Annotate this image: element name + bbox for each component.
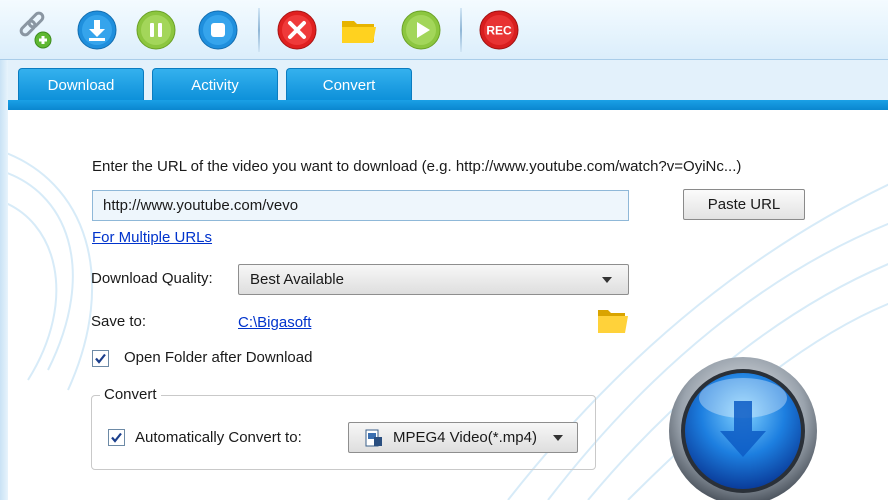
paste-url-button[interactable]: Paste URL	[683, 189, 805, 220]
frame-border	[0, 60, 8, 500]
format-value: MPEG4 Video(*.mp4)	[393, 429, 537, 446]
save-to-label: Save to:	[91, 313, 147, 330]
pause-icon	[136, 10, 176, 50]
stop-button[interactable]	[198, 10, 238, 50]
play-icon	[401, 10, 441, 50]
delete-button[interactable]	[277, 10, 317, 50]
tab-label: Download	[47, 77, 115, 94]
add-url-button[interactable]	[14, 10, 54, 50]
link-add-icon	[19, 11, 52, 49]
open-folder-checkbox[interactable]	[92, 350, 109, 367]
pause-button[interactable]	[136, 10, 176, 50]
tab-activity[interactable]: Activity	[152, 68, 278, 102]
delete-icon	[277, 10, 317, 50]
open-folder-label: Open Folder after Download	[124, 349, 313, 366]
open-folder-button[interactable]	[339, 10, 379, 50]
toolbar-separator	[258, 8, 260, 52]
paste-url-label: Paste URL	[707, 196, 781, 213]
big-download-button[interactable]	[668, 356, 818, 500]
multiple-urls-link[interactable]: For Multiple URLs	[92, 229, 212, 246]
tab-bar	[8, 100, 888, 110]
url-input[interactable]	[92, 190, 629, 221]
save-to-path-link[interactable]: C:\Bigasoft	[238, 314, 311, 331]
check-icon	[111, 432, 122, 443]
record-button[interactable]: REC	[479, 10, 519, 50]
folder-icon	[598, 310, 628, 333]
tab-download[interactable]: Download	[18, 68, 144, 102]
play-button[interactable]	[401, 10, 441, 50]
video-file-icon	[365, 429, 382, 447]
auto-convert-label: Automatically Convert to:	[135, 429, 302, 446]
rec-icon: REC	[479, 10, 519, 50]
toolbar-separator	[460, 8, 462, 52]
quality-select[interactable]: Best Available	[238, 264, 629, 295]
tab-label: Activity	[191, 77, 239, 94]
download-icon	[77, 10, 117, 50]
tab-label: Convert	[322, 77, 376, 94]
download-button[interactable]	[77, 10, 117, 50]
browse-folder-button[interactable]	[596, 304, 630, 336]
stop-icon	[198, 10, 238, 50]
url-prompt: Enter the URL of the video you want to d…	[92, 158, 742, 175]
download-arrow-icon	[669, 357, 817, 500]
rec-label: REC	[486, 24, 512, 38]
convert-group-title: Convert	[100, 386, 161, 403]
toolbar: REC	[0, 0, 888, 60]
quality-label: Download Quality:	[91, 270, 213, 287]
chevron-down-icon	[553, 435, 563, 441]
chevron-down-icon	[602, 277, 612, 283]
format-select[interactable]: MPEG4 Video(*.mp4)	[348, 422, 578, 453]
check-icon	[95, 353, 106, 364]
quality-value: Best Available	[250, 271, 344, 288]
tab-convert[interactable]: Convert	[286, 68, 412, 102]
folder-icon	[342, 21, 376, 43]
auto-convert-checkbox[interactable]	[108, 429, 125, 446]
